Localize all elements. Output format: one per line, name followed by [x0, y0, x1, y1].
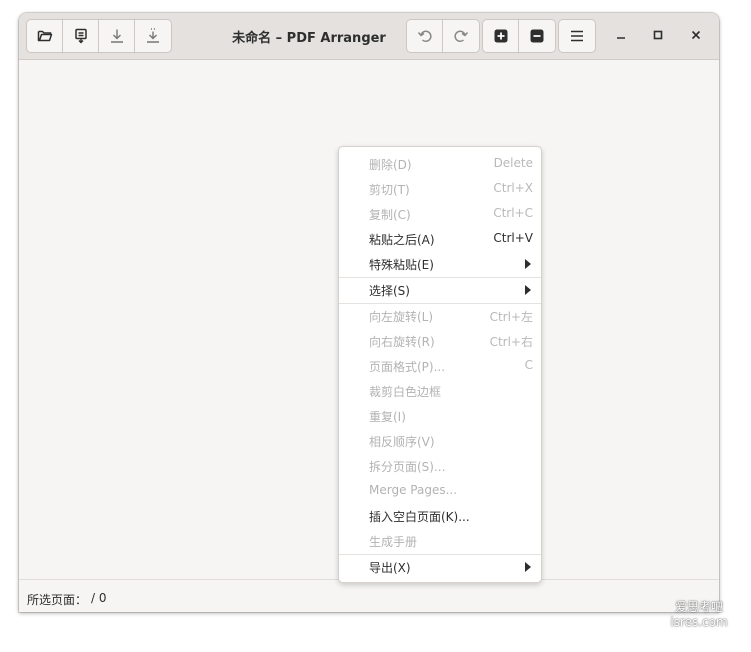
maximize-icon	[653, 30, 663, 40]
context-menu-item[interactable]: 删除(D) Delete	[339, 151, 541, 176]
submenu-arrow-icon	[525, 285, 531, 295]
context-menu-item-label: 删除(D)	[369, 158, 412, 172]
context-menu-item[interactable]: 重复(I)	[339, 403, 541, 428]
watermark: 爱思考吧 isres.com	[668, 600, 730, 630]
open-button[interactable]	[27, 20, 63, 52]
history-button-group	[406, 19, 480, 53]
context-menu-item-shortcut: Ctrl+右	[489, 335, 533, 349]
context-menu-item[interactable]: 剪切(T) Ctrl+X	[339, 176, 541, 201]
context-menu-item-shortcut: Ctrl+X	[493, 181, 533, 195]
context-menu-item[interactable]: 页面格式(P)... C	[339, 353, 541, 378]
submenu-arrow-icon	[525, 259, 531, 269]
context-menu-item[interactable]: 拆分页面(S)...	[339, 453, 541, 478]
maximize-button[interactable]	[646, 23, 670, 47]
main-menu-button[interactable]	[559, 20, 595, 52]
status-bar: 所选页面： / 0	[19, 579, 719, 612]
save-button[interactable]	[99, 20, 135, 52]
minimize-icon	[617, 37, 625, 39]
context-menu-item[interactable]: 粘贴之后(A) Ctrl+V	[339, 226, 541, 251]
save-as-button[interactable]	[135, 20, 171, 52]
window-title: 未命名 – PDF Arranger	[232, 31, 386, 46]
context-menu-item-label: 复制(C)	[369, 208, 411, 222]
redo-button[interactable]	[443, 20, 479, 52]
context-menu-item-label: 拆分页面(S)...	[369, 460, 446, 474]
save-icon	[110, 29, 123, 43]
context-menu-item[interactable]: 裁剪白色边框	[339, 378, 541, 403]
context-menu-item-label: 粘贴之后(A)	[369, 233, 435, 247]
context-menu-item-label: 相反顺序(V)	[369, 435, 435, 449]
context-menu-item-label: 裁剪白色边框	[369, 385, 442, 399]
header-bar: 未命名 – PDF Arranger	[19, 13, 719, 60]
context-menu-item[interactable]: 向右旋转(R) Ctrl+右	[339, 328, 541, 353]
zoom-in-icon	[494, 29, 507, 43]
zoom-out-icon	[530, 29, 544, 43]
context-menu-item[interactable]: 向左旋转(L) Ctrl+左	[339, 303, 541, 328]
context-menu-item[interactable]: 导出(X)	[339, 554, 541, 579]
context-menu-item-label: 插入空白页面(K)...	[369, 510, 470, 524]
context-menu-item[interactable]: 复制(C) Ctrl+C	[339, 201, 541, 226]
context-menu-item-shortcut: Ctrl+C	[493, 206, 533, 220]
context-menu-item-label: 剪切(T)	[369, 183, 410, 197]
watermark-line-1: 爱思考吧	[674, 600, 723, 614]
selected-pages-count: / 0	[91, 591, 107, 605]
undo-button[interactable]	[407, 20, 443, 52]
context-menu-item[interactable]: Merge Pages...	[339, 478, 541, 503]
context-menu-item-label: 生成手册	[369, 535, 418, 549]
menu-button-group	[558, 19, 596, 53]
context-menu-item-label: Merge Pages...	[369, 483, 458, 497]
import-button[interactable]	[63, 20, 99, 52]
selected-pages-label: 所选页面：	[27, 593, 88, 607]
redo-icon	[454, 30, 469, 43]
close-button[interactable]	[684, 23, 708, 47]
context-menu-item-label: 选择(S)	[369, 284, 410, 298]
context-menu-item[interactable]: 特殊粘贴(E)	[339, 251, 541, 276]
context-menu: 删除(D) Delete 剪切(T) Ctrl+X 复制(C) Ctrl+C 粘贴之后(A)…	[338, 146, 542, 583]
context-menu-item-label: 重复(I)	[369, 410, 406, 424]
import-icon	[74, 28, 87, 44]
close-icon	[691, 30, 701, 40]
submenu-arrow-icon	[525, 562, 531, 572]
context-menu-item-label: 特殊粘贴(E)	[369, 258, 434, 272]
context-menu-item-shortcut: Ctrl+左	[489, 310, 533, 324]
open-folder-icon	[37, 30, 52, 42]
context-menu-item-shortcut: Ctrl+V	[493, 231, 533, 245]
zoom-in-button[interactable]	[483, 20, 519, 52]
hamburger-menu-icon	[571, 30, 583, 42]
file-button-group	[26, 19, 172, 53]
context-menu-item-label: 导出(X)	[369, 561, 411, 575]
context-menu-item[interactable]: 插入空白页面(K)...	[339, 503, 541, 528]
context-menu-item-label: 向右旋转(R)	[369, 335, 435, 349]
undo-icon	[417, 30, 432, 43]
context-menu-item-label: 向左旋转(L)	[369, 310, 434, 324]
zoom-button-group	[482, 19, 556, 53]
zoom-out-button[interactable]	[519, 20, 555, 52]
context-menu-item[interactable]: 选择(S)	[339, 277, 541, 302]
save-as-icon	[147, 28, 159, 43]
context-menu-item[interactable]: 生成手册	[339, 528, 541, 553]
context-menu-item[interactable]: 相反顺序(V)	[339, 428, 541, 453]
context-menu-item-shortcut: C	[524, 358, 533, 372]
context-menu-item-shortcut: Delete	[493, 156, 533, 170]
watermark-line-2: isres.com	[670, 615, 728, 629]
context-menu-item-label: 页面格式(P)...	[369, 360, 446, 374]
minimize-button[interactable]	[609, 23, 633, 47]
